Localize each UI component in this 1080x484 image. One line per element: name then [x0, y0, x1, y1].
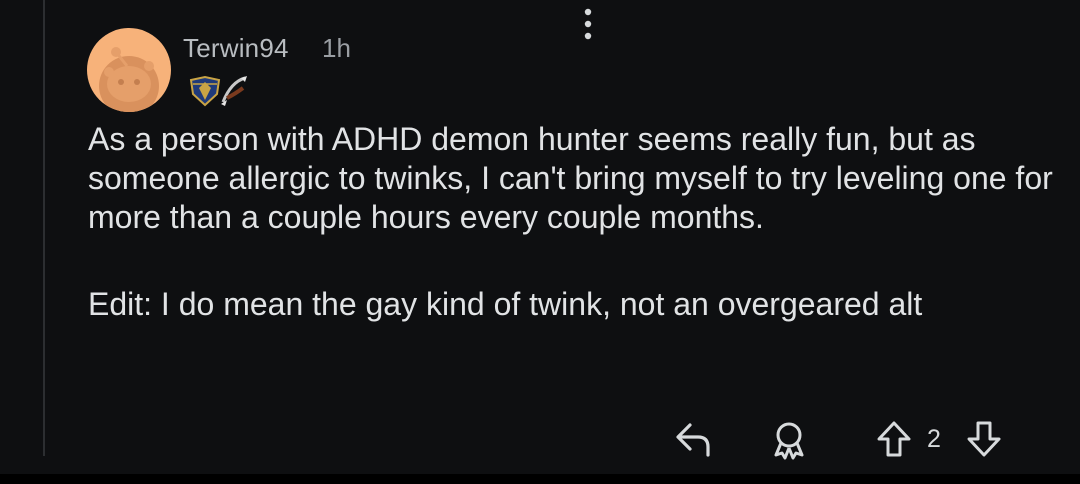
vote-score: 2: [927, 425, 941, 453]
comment-paragraph: As a person with ADHD demon hunter seems…: [88, 121, 1053, 235]
award-button[interactable]: [766, 415, 812, 463]
downvote-button[interactable]: [962, 415, 1006, 463]
reply-icon: [676, 423, 710, 457]
reply-button[interactable]: [670, 415, 716, 463]
username[interactable]: Terwin94: [183, 33, 289, 64]
comment-edit-paragraph: Edit: I do mean the gay kind of twink, n…: [88, 286, 923, 322]
more-options-button[interactable]: [570, 0, 606, 48]
comment-time: 1h: [322, 33, 351, 63]
bottom-edge: [0, 474, 1080, 484]
award-icon: [774, 422, 804, 460]
thread-line[interactable]: [43, 0, 45, 456]
user-flair: [185, 74, 251, 108]
more-options-icon: [584, 8, 592, 40]
alliance-crest-icon: [189, 75, 221, 107]
comment-screen: Terwin94 1h As a person with ADHD demon …: [0, 0, 1080, 484]
upvote-button[interactable]: [872, 415, 916, 463]
comment-body: As a person with ADHD demon hunter seems…: [88, 120, 1053, 324]
glaive-icon: [221, 76, 247, 106]
user-avatar[interactable]: [87, 28, 171, 112]
downvote-icon: [967, 421, 1001, 457]
upvote-icon: [877, 421, 911, 457]
